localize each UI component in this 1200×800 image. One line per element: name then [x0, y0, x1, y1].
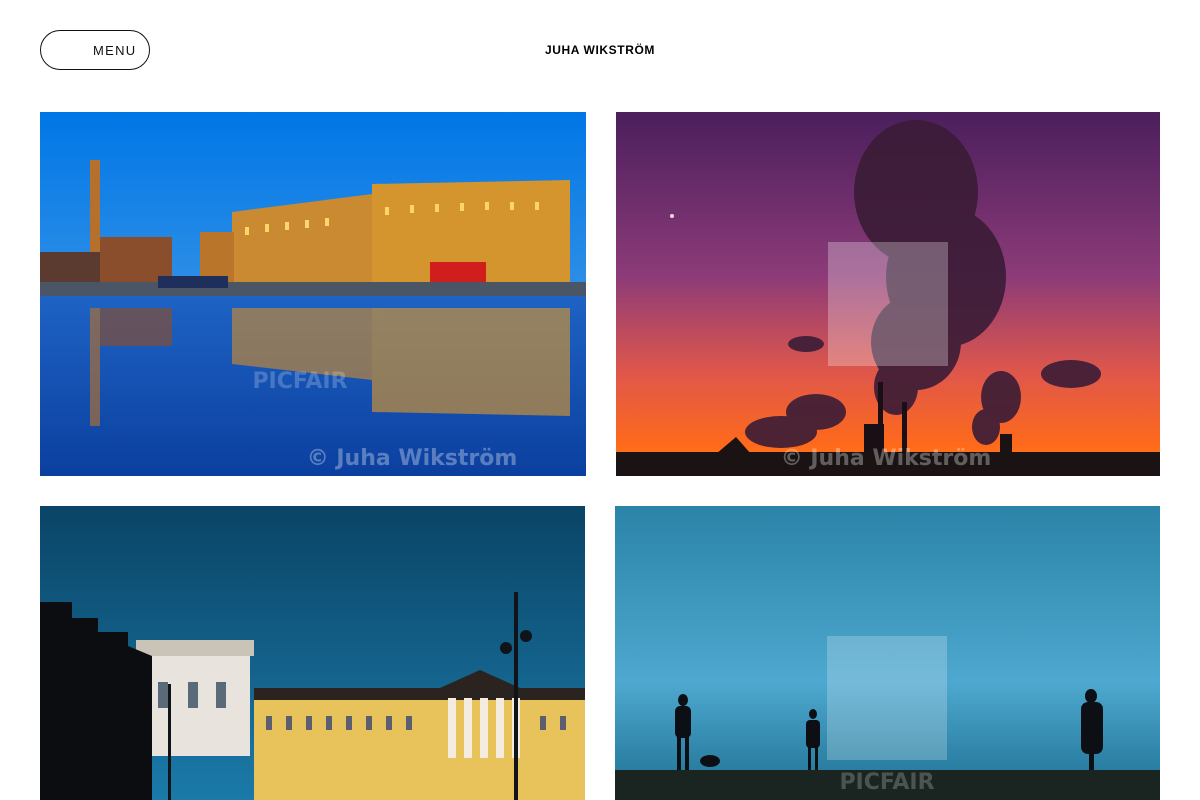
photo-watermark: © Juha Wikström [307, 446, 518, 471]
picfair-logo-icon [827, 636, 947, 760]
site-header: MENU JUHA WIKSTRÖM [0, 0, 1200, 100]
photo-watermark: © Juha Wikström [781, 446, 992, 471]
gallery-photo-silhouettes[interactable]: PICFAIR [615, 506, 1160, 800]
picfair-logo-icon [828, 242, 948, 366]
photo-image: © Juha Wikström [616, 112, 1160, 476]
picfair-brand: PICFAIR [252, 369, 347, 394]
gallery-photo-smoke[interactable]: © Juha Wikström [616, 112, 1160, 476]
site-title[interactable]: JUHA WIKSTRÖM [0, 43, 1200, 57]
picfair-brand: PICFAIR [839, 770, 934, 795]
gallery-photo-harbour[interactable]: © Juha Wikström PICFAIR [40, 112, 586, 476]
photo-image: PICFAIR [615, 506, 1160, 800]
photo-image: © Juha Wikström PICFAIR [40, 112, 586, 476]
photo-image [40, 506, 585, 800]
gallery-photo-buildings[interactable] [40, 506, 585, 800]
